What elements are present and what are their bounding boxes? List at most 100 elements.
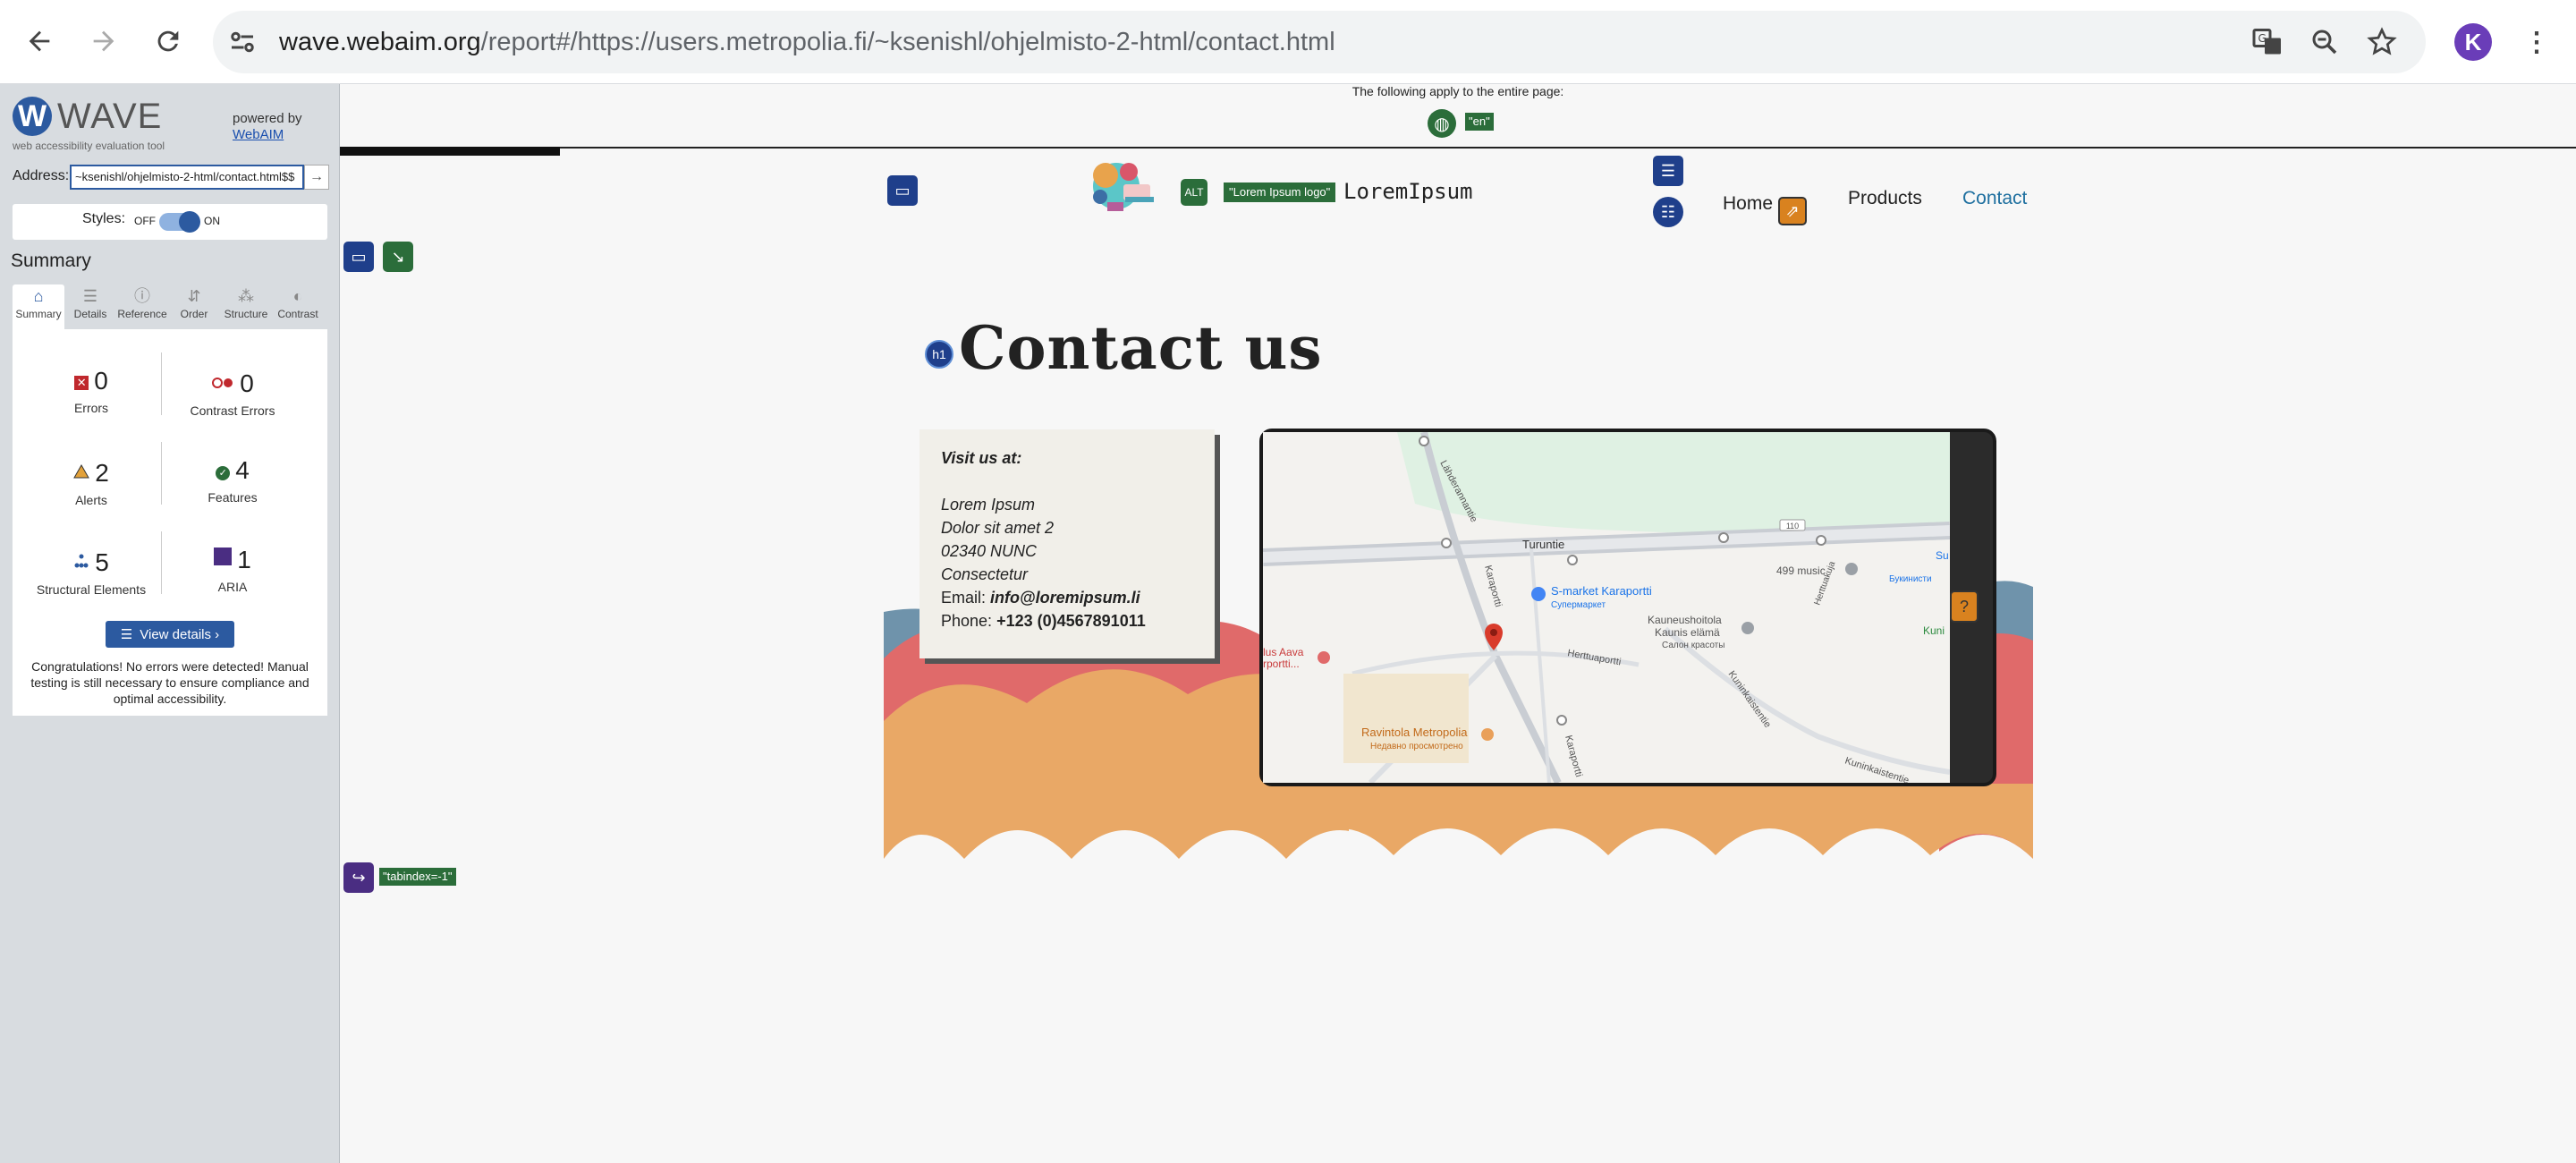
map-label: Салон красоты [1662,641,1724,650]
view-details-label: View details › [140,626,220,642]
arrow-left-icon [29,30,50,52]
view-details-button[interactable]: ☰ View details › [106,621,234,648]
url-host: wave.webaim.org [279,28,481,56]
styles-label: Styles: [82,211,126,226]
language-icon[interactable]: ◍ [1428,109,1456,138]
features-label: Features [208,490,258,505]
structure-icon: ⁂ [238,287,254,305]
reload-button[interactable] [140,13,197,70]
stat-contrast-errors[interactable]: 0 Contrast Errors [161,367,304,418]
tabindex-aria-icon[interactable]: ↪ [343,862,374,893]
tab-reference[interactable]: ⓘ Reference [116,284,168,329]
address-line: Dolor sit amet 2 [941,519,1055,537]
profile-avatar[interactable]: K [2454,23,2492,61]
language-tag: "en" [1465,113,1494,131]
info-icon: ⓘ [134,287,150,305]
alerts-label: Alerts [75,493,107,507]
alert-icon [73,456,90,479]
visit-us-label: Visit us at: [941,449,1022,467]
address-go-button[interactable]: → [304,165,329,190]
map-label: lus Aava [1263,646,1304,658]
zoom-icon[interactable] [2304,21,2345,63]
translate-icon[interactable]: G [2247,21,2288,63]
stat-errors[interactable]: ✕ 0 Errors [20,367,163,415]
address-label: Address: [13,168,70,183]
email-line: Email: info@loremipsum.li [941,589,1140,607]
error-icon: ✕ [74,376,89,390]
styles-toggle-knob[interactable] [179,211,200,233]
h1-heading-icon[interactable]: h1 [925,340,953,369]
aria-label: ARIA [217,580,248,594]
powered-by-label: powered by [233,111,302,126]
congrats-message: Congratulations! No errors were detected… [30,659,309,706]
tab-label: Order [180,308,208,320]
page-title: Contact us [959,313,1323,383]
tab-contrast[interactable]: ◐ Contrast [272,284,324,329]
bookmark-star-icon[interactable] [2361,21,2402,63]
redundant-link-alert-icon[interactable]: ⇗ [1778,197,1807,225]
main-region-icon[interactable]: ▭ [343,242,374,272]
home-icon: ⌂ [33,287,44,305]
browser-menu-icon[interactable]: ⋮ [2519,23,2555,61]
order-icon: ⇵ [187,287,201,305]
reload-icon [157,30,179,52]
nav-contact-link[interactable]: Contact [1962,188,2027,209]
structure-tree-icon [73,546,89,568]
back-button[interactable] [11,13,68,70]
webaim-link[interactable]: WebAIM [233,127,284,142]
email-value[interactable]: info@loremipsum.li [990,589,1140,607]
header-region-icon[interactable]: ▭ [887,175,918,206]
arrow-right-icon [93,30,114,52]
iframe-alert-icon[interactable]: ? [1950,590,1979,623]
summary-heading: Summary [11,250,91,271]
tab-structure[interactable]: ⁂ Structure [220,284,272,329]
page-top-border [340,147,2576,149]
styles-off-label: OFF [134,215,156,227]
page-wide-notice: The following apply to the entire page: [1352,84,1564,98]
skip-link-icon[interactable]: ↘ [383,242,413,272]
contrast-icon: ◐ [292,287,303,305]
alt-text-icon[interactable]: ALT [1181,179,1208,206]
map-label: Turuntie [1522,538,1564,551]
tab-summary[interactable]: ⌂ Summary [13,284,64,329]
list-feature-icon[interactable]: ☷ [1653,197,1683,227]
site-info-icon[interactable] [222,21,263,63]
map-label: Букинисти [1889,574,1932,584]
stat-features[interactable]: ✓ 4 Features [161,456,304,505]
map-label: rportti... [1263,658,1300,670]
lorem-ipsum-logo [1093,163,1154,211]
list-icon: ☰ [120,627,133,642]
tab-details[interactable]: ☰ Details [64,284,116,329]
contrast-error-icon [211,367,234,388]
feature-check-icon: ✓ [216,466,231,480]
forward-button[interactable] [75,13,132,70]
nav-home-link[interactable]: Home [1723,193,1773,215]
map-label: S-market Karaportti [1551,584,1652,598]
stat-aria[interactable]: 1 ARIA [161,546,304,594]
tab-label: Structure [224,308,268,320]
tab-label: Summary [15,308,62,320]
errors-count: 0 [94,367,108,395]
tab-order[interactable]: ⇵ Order [168,284,220,329]
nav-products-link[interactable]: Products [1848,188,1922,209]
tab-label: Details [73,308,107,320]
phone-line: Phone: +123 (0)4567891011 [941,612,1146,631]
email-label: Email: [941,589,987,607]
page-top-bar [340,147,560,156]
map-label: Kauneushoitola [1648,614,1722,626]
structural-count: 5 [95,548,109,576]
navigation-region-icon[interactable]: ☰ [1653,156,1683,186]
contrast-errors-count: 0 [240,369,254,397]
stat-alerts[interactable]: 2 Alerts [20,456,163,507]
address-input[interactable]: ~ksenishl/ohjelmisto-2-html/contact.html… [70,165,304,190]
tab-label: Contrast [277,308,318,320]
wave-title: WAVE [57,97,163,136]
svg-text:G: G [2258,32,2267,45]
embedded-map[interactable]: 110 Turuntie 499 music S-market Karaport… [1263,432,1950,783]
contrast-errors-label: Contrast Errors [190,403,275,418]
address-line: Consectetur [941,565,1029,583]
stat-structural[interactable]: 5 Structural Elements [20,546,163,597]
map-label: Kaunis elämä [1655,626,1720,639]
map-road-number: 110 [1786,522,1799,531]
url-text: wave.webaim.org/report#/https://users.me… [279,25,1335,59]
